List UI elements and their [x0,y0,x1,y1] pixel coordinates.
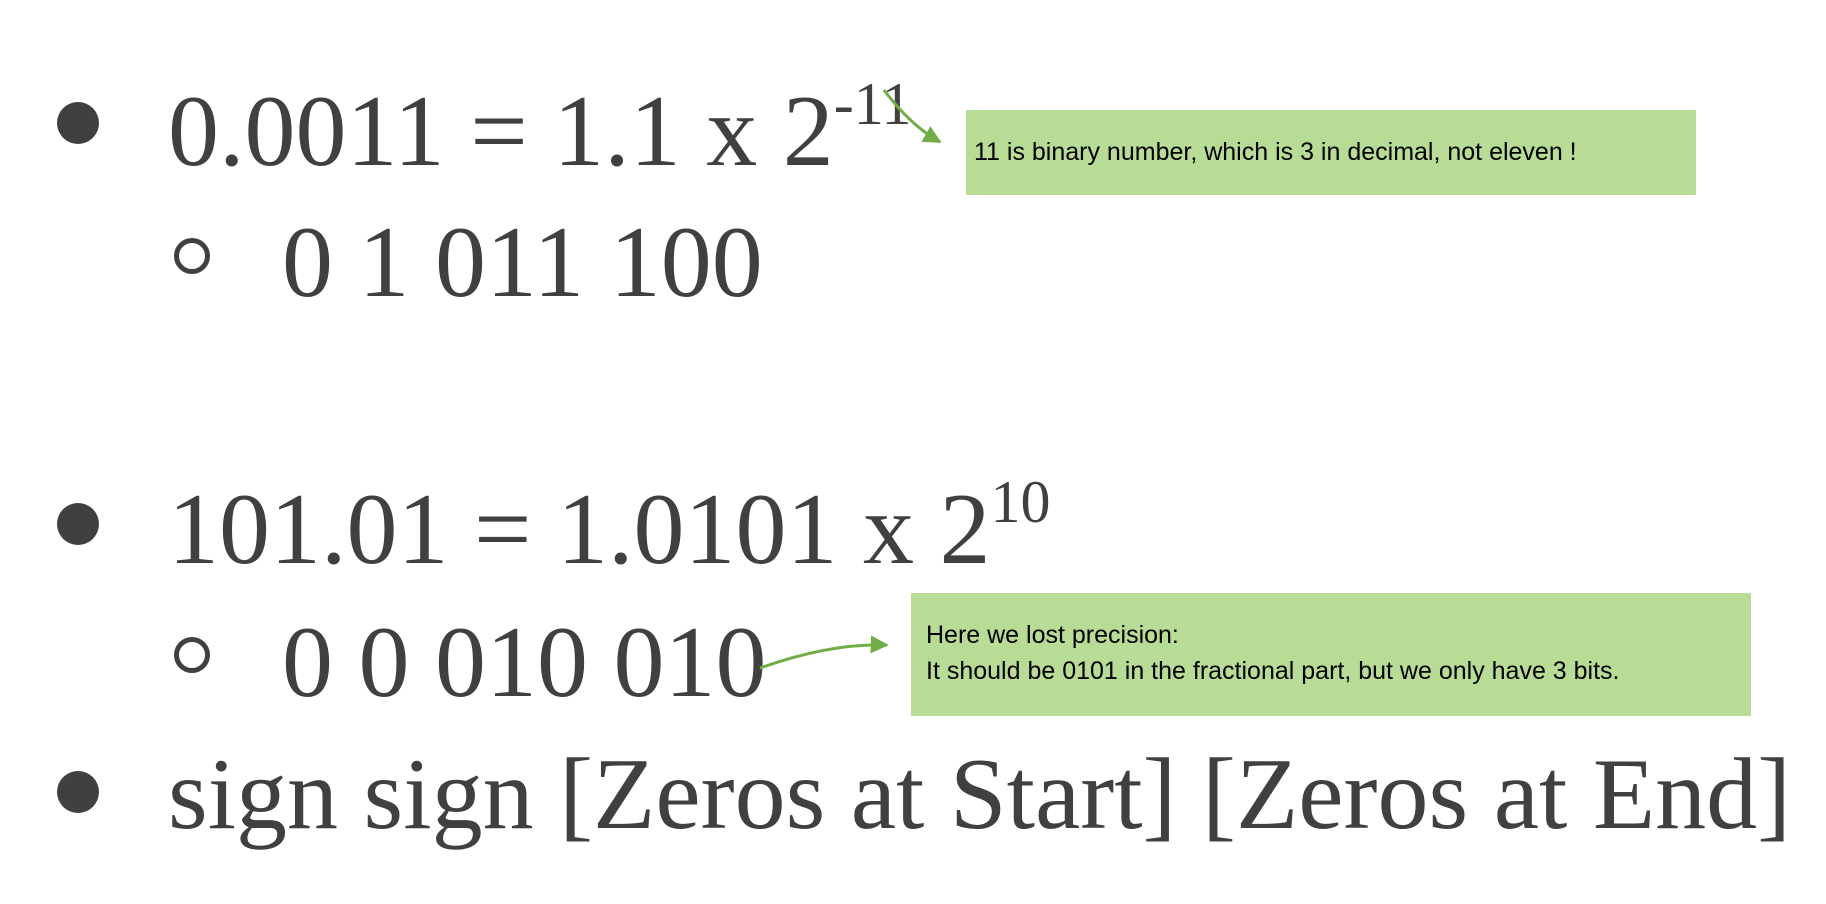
note-text: It should be 0101 in the fractional part… [926,657,1620,685]
callout-note-precision-loss: Here we lost precision: It should be 010… [911,593,1751,716]
note-text: 11 is binary number, which is 3 in decim… [974,138,1577,166]
bullet-point [57,503,99,545]
equation-item-1: 0.0011 = 1.1 x 2-11 [168,74,912,183]
encoding-item-1: 0 1 011 100 [282,206,763,319]
note-text: Here we lost precision: [926,621,1179,649]
exponent: 10 [990,469,1051,535]
format-description: sign sign [Zeros at Start] [Zeros at End… [168,738,1792,851]
sub-bullet [174,238,210,274]
callout-note-binary-exponent: 11 is binary number, which is 3 in decim… [966,110,1696,195]
arrow-to-precision-note [759,635,889,670]
sub-bullet [174,637,210,673]
bullet-point [57,102,99,144]
exponent: -11 [833,71,912,137]
equation-text: 0.0011 = 1.1 x 2 [168,75,834,188]
bullet-point [57,771,99,813]
encoding-item-2: 0 0 010 010 [282,606,767,719]
equation-text: 101.01 = 1.0101 x 2 [168,473,991,586]
equation-item-2: 101.01 = 1.0101 x 210 [168,472,1051,581]
